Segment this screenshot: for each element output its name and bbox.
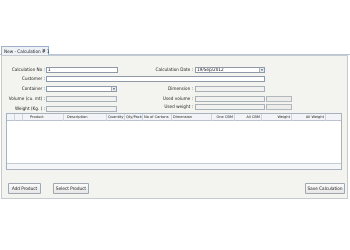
dimension-label: Dimension :: [167, 86, 193, 91]
grid-header: Product Description Quantity Qty/Pack No…: [7, 114, 341, 121]
container-select[interactable]: ▾: [46, 86, 117, 92]
tab-new-calculation[interactable]: New - Calculation # 1 ✕: [1, 46, 50, 55]
grid-row-number-header: [15, 114, 23, 121]
column-header-dimension[interactable]: Dimension: [172, 114, 212, 121]
products-grid[interactable]: Product Description Quantity Qty/Pack No…: [6, 113, 342, 170]
save-calculation-button[interactable]: Save Calculation: [305, 183, 345, 194]
column-header-qty-pack[interactable]: Qty/Pack: [125, 114, 143, 121]
customer-field[interactable]: [46, 76, 265, 82]
calculation-date-label: Calculation Date :: [155, 67, 193, 72]
used-weight-field: [195, 104, 265, 110]
column-header-all-weight[interactable]: All Weight: [292, 114, 326, 121]
column-header-weight[interactable]: Weight: [262, 114, 292, 121]
column-header-all-cbm[interactable]: All CBM: [235, 114, 262, 121]
column-header-description[interactable]: Description: [64, 114, 107, 121]
grid-row-indicator-header: [7, 114, 15, 121]
calculation-no-label: Calculation No :: [11, 67, 45, 72]
document-tab-strip: New - Calculation # 1 ✕: [0, 45, 350, 55]
chevron-down-icon[interactable]: ▾: [111, 87, 116, 91]
used-volume-field: [195, 96, 265, 102]
grid-footer: [7, 163, 341, 169]
calculation-no-field[interactable]: 1: [46, 67, 118, 73]
used-volume-label: Used volume :: [162, 96, 193, 101]
volume-field: [46, 96, 117, 102]
calculation-date-picker[interactable]: 19/Sep/2012 ▾: [195, 67, 265, 73]
chevron-down-icon[interactable]: ▾: [259, 68, 264, 72]
column-header-one-cbm[interactable]: One CBM: [212, 114, 235, 121]
used-volume-indicator: [266, 96, 292, 102]
container-label: Container :: [21, 86, 45, 91]
customer-label: Customer :: [21, 76, 45, 81]
select-product-button[interactable]: Select Product: [53, 183, 89, 194]
used-weight-label: Used weight :: [164, 104, 193, 109]
add-product-button[interactable]: Add Product: [8, 183, 41, 194]
dimension-field: [195, 86, 265, 92]
column-header-product[interactable]: Product: [23, 114, 64, 121]
volume-label: Volume (cu. mt) :: [8, 96, 45, 101]
used-weight-indicator: [266, 104, 292, 110]
close-icon[interactable]: ✕: [42, 48, 46, 55]
column-header-no-of-cartons[interactable]: No of Cartons: [143, 114, 172, 121]
weight-field: [46, 106, 117, 112]
weight-label: Weight (Kg. ) :: [15, 106, 45, 111]
column-header-quantity[interactable]: Quantity: [107, 114, 125, 121]
calculation-date-value: 19/Sep/2012: [197, 67, 224, 72]
